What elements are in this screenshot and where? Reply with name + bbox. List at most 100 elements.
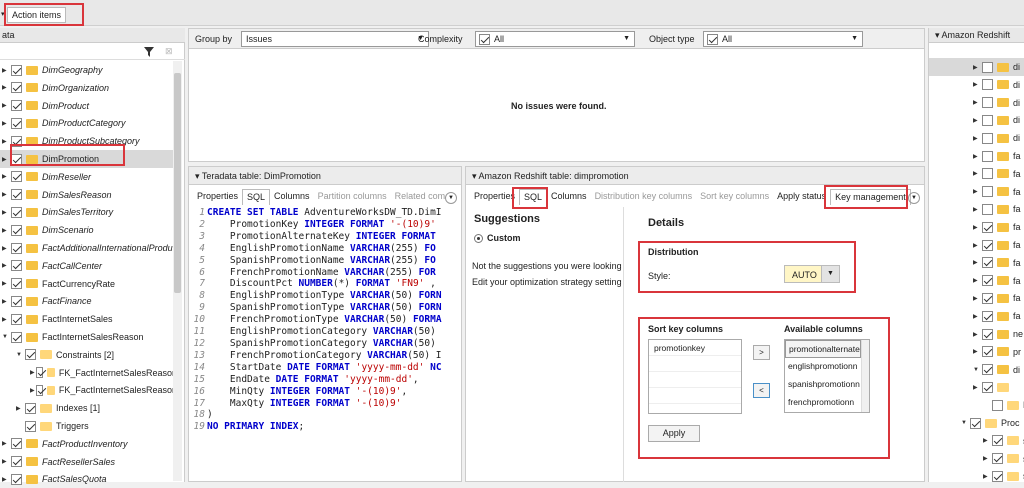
tree-item[interactable]: ▶ fa	[973, 183, 1021, 201]
list-item[interactable]: frenchpromotionn	[785, 394, 861, 412]
tree-item[interactable]: ▶ FactProductInventory	[2, 435, 177, 453]
expand-arrow-icon[interactable]: ▶	[973, 170, 982, 177]
checkbox[interactable]	[35, 367, 44, 379]
expand-arrow-icon[interactable]: ▶	[2, 173, 11, 180]
tree-item[interactable]: ▶sp	[983, 467, 1024, 485]
expand-arrow-icon[interactable]: ▶	[973, 331, 982, 338]
tab-columns[interactable]: Columns	[270, 189, 314, 205]
expand-arrow-icon[interactable]: ▶	[2, 120, 11, 127]
tree-item[interactable]: ▼ di	[973, 361, 1020, 379]
checkbox[interactable]	[982, 328, 993, 340]
tree-item[interactable]: ▶ FactCallCenter	[2, 257, 177, 275]
checkbox[interactable]	[982, 381, 993, 393]
tree-item[interactable]: ▶ DimGeography	[2, 61, 177, 79]
tab-properties[interactable]: Properties	[193, 189, 242, 205]
tree-item[interactable]: ▶ pr	[973, 343, 1021, 361]
expand-arrow-icon[interactable]: ▼	[2, 334, 11, 340]
checkbox[interactable]	[982, 168, 993, 180]
expand-arrow-icon[interactable]: ▶	[2, 458, 11, 465]
radio-icon[interactable]	[474, 233, 483, 243]
expand-arrow-icon[interactable]: ▶	[2, 102, 11, 109]
expand-arrow-icon[interactable]: ▶	[2, 209, 11, 216]
tab-sql[interactable]: SQL	[242, 189, 271, 205]
tree-scrollbar[interactable]	[173, 61, 182, 481]
list-scrollbar[interactable]	[861, 340, 869, 412]
checkbox[interactable]	[992, 470, 1003, 482]
expand-arrow-icon[interactable]: ▶	[2, 440, 11, 447]
list-item[interactable]: englishpromotionn	[785, 358, 861, 376]
expand-arrow-icon[interactable]: ▶	[973, 295, 982, 302]
tree-item[interactable]: ▶ fa	[973, 254, 1021, 272]
checkbox[interactable]	[982, 132, 993, 144]
expand-arrow-icon[interactable]: ▶	[973, 206, 982, 213]
checkbox[interactable]	[982, 61, 993, 73]
checkbox[interactable]	[11, 82, 22, 94]
expand-arrow-icon[interactable]: ▶	[16, 405, 25, 412]
tree-item[interactable]: ▶	[973, 378, 1013, 396]
expand-arrow-icon[interactable]: ▶	[973, 117, 982, 124]
list-item[interactable]: promotionalternate	[785, 340, 861, 358]
checkbox[interactable]	[992, 399, 1003, 411]
custom-option[interactable]: Custom	[474, 233, 521, 243]
expand-arrow-icon[interactable]: ▼	[961, 420, 970, 426]
tab-columns[interactable]: Columns	[547, 189, 591, 205]
expand-arrow-icon[interactable]: ▶	[973, 384, 982, 391]
apply-button[interactable]: Apply	[648, 425, 700, 442]
checkbox[interactable]	[992, 453, 1003, 465]
checkbox[interactable]	[35, 384, 44, 396]
expand-arrow-icon[interactable]: ▶	[973, 259, 982, 266]
tree-item[interactable]: ▼ FactInternetSalesReason	[2, 328, 177, 346]
tree-item[interactable]: ▶ fa	[973, 147, 1021, 165]
tree-item[interactable]: ▼ Proc	[961, 414, 1020, 432]
checkbox[interactable]	[982, 221, 993, 233]
expand-arrow-icon[interactable]: ▶	[973, 277, 982, 284]
checkbox[interactable]	[11, 456, 22, 468]
expand-arrow-icon[interactable]: ▶	[973, 224, 982, 231]
expand-arrow-icon[interactable]: ▶	[2, 280, 11, 287]
tree-item[interactable]: ▶ FactAdditionalInternationalProdu	[2, 239, 177, 257]
checkbox[interactable]	[982, 114, 993, 126]
tree-item[interactable]: ▶ DimSalesReason	[2, 186, 177, 204]
expand-arrow-icon[interactable]: ▶	[2, 316, 11, 323]
checkbox[interactable]	[982, 239, 993, 251]
checkbox[interactable]	[11, 278, 22, 290]
filter-icon[interactable]	[144, 47, 154, 57]
checkbox[interactable]	[25, 402, 36, 414]
expand-arrow-icon[interactable]: ▶	[973, 188, 982, 195]
scroll-thumb[interactable]	[174, 73, 181, 293]
tree-item[interactable]: ▶ fa	[973, 218, 1021, 236]
tree-item[interactable]: ▶ ne	[973, 325, 1023, 343]
tab-apply-status[interactable]: Apply status	[773, 189, 830, 205]
expand-arrow-icon[interactable]: ▶	[973, 348, 982, 355]
tree-item[interactable]: ▶ FactCurrencyRate	[2, 275, 177, 293]
move-right-button[interactable]: >	[753, 345, 770, 360]
tree-item[interactable]: ▶ FK_FactInternetSalesReason	[30, 381, 177, 399]
checkbox[interactable]	[11, 473, 22, 485]
tree-item[interactable]: ▶ DimSalesTerritory	[2, 203, 177, 221]
tree-item[interactable]: ▶ fa	[973, 307, 1021, 325]
checkbox[interactable]	[25, 349, 36, 361]
tree-item[interactable]: ▶ di	[929, 58, 1024, 76]
tree-item[interactable]: ▶ fa	[973, 165, 1021, 183]
checkbox[interactable]	[11, 224, 22, 236]
expand-arrow-icon[interactable]: ▶	[973, 64, 982, 71]
tree-item[interactable]: ▶ FactFinance	[2, 292, 177, 310]
expand-arrow-icon[interactable]: ▼	[16, 352, 25, 358]
move-left-button[interactable]: <	[753, 383, 770, 398]
expand-arrow-icon[interactable]: ▶	[2, 84, 11, 91]
clear-filter-icon[interactable]: ⊠	[165, 46, 173, 57]
tree-item[interactable]: ▶ di	[973, 111, 1020, 129]
group-by-select[interactable]: Issues ▼	[241, 31, 429, 47]
tree-item[interactable]: ▶ FK_FactInternetSalesReason	[30, 364, 177, 382]
checkbox[interactable]	[11, 438, 22, 450]
object-type-select[interactable]: All ▼	[703, 31, 863, 47]
tree-item[interactable]: ▶ fa	[973, 272, 1021, 290]
expand-arrow-icon[interactable]: ▶	[2, 298, 11, 305]
more-tabs-icon[interactable]: ▼	[908, 192, 920, 204]
tree-item[interactable]: ▶ fa	[973, 289, 1021, 307]
tree-item[interactable]: ▶ DimProduct	[2, 97, 177, 115]
expand-arrow-icon[interactable]: ▶	[2, 191, 11, 198]
tree-item[interactable]: ▶ di	[973, 94, 1020, 112]
list-item[interactable]: promotionkey	[649, 340, 741, 356]
tab-related-com[interactable]: Related com	[391, 189, 450, 205]
